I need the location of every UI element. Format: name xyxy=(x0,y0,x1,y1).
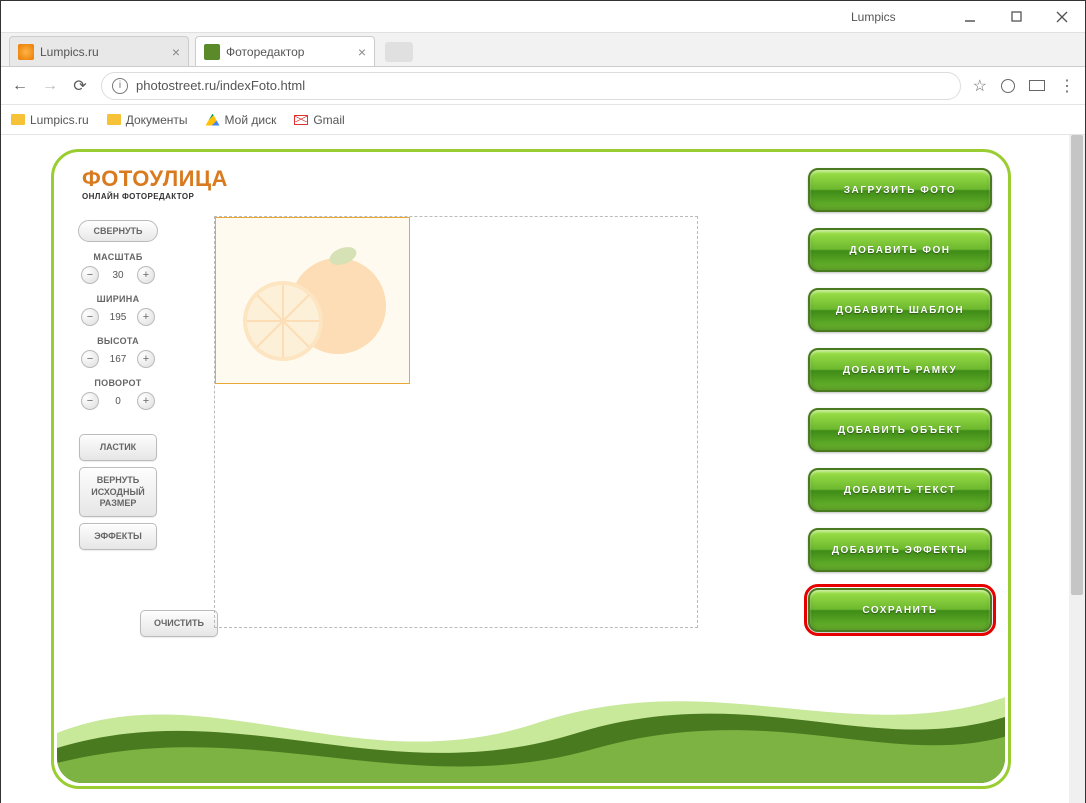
folder-icon xyxy=(11,114,25,125)
scale-plus-button[interactable]: + xyxy=(137,266,155,284)
reset-size-button[interactable]: ВЕРНУТЬ ИСХОДНЫЙ РАЗМЕР xyxy=(79,467,157,517)
scrollbar-thumb[interactable] xyxy=(1071,135,1083,595)
browser-toolbar: ← → ⟳ i photostreet.ru/indexFoto.html ☆ … xyxy=(1,67,1085,105)
scale-control: МАСШТАБ − 30 + xyxy=(76,252,160,284)
window-maximize-button[interactable] xyxy=(993,1,1039,33)
site-info-icon[interactable]: i xyxy=(112,78,128,94)
height-value: 167 xyxy=(103,354,133,365)
key-icon[interactable] xyxy=(1001,79,1015,93)
editor-canvas[interactable] xyxy=(214,216,698,628)
menu-icon[interactable]: ⋮ xyxy=(1059,76,1075,96)
add-effects-button[interactable]: ДОБАВИТЬ ЭФФЕКТЫ xyxy=(808,528,992,572)
add-background-button[interactable]: ДОБАВИТЬ ФОН xyxy=(808,228,992,272)
height-plus-button[interactable]: + xyxy=(137,350,155,368)
folder-icon xyxy=(107,114,121,125)
effects-button[interactable]: ЭФФЕКТЫ xyxy=(79,523,157,550)
logo-subtitle: ОНЛАЙН ФОТОРЕДАКТОР xyxy=(82,192,228,201)
reload-icon[interactable]: ⟳ xyxy=(71,76,89,96)
width-control: ШИРИНА − 195 + xyxy=(76,294,160,326)
scale-value: 30 xyxy=(103,270,133,281)
page-viewport: ФОТОУЛИЦА ОНЛАЙН ФОТОРЕДАКТОР СВЕРНУТЬ М… xyxy=(1,135,1085,803)
window-close-button[interactable] xyxy=(1039,1,1085,33)
height-control: ВЫСОТА − 167 + xyxy=(76,336,160,368)
logo-main: ФОТОУЛИЦА xyxy=(82,166,228,192)
window-minimize-button[interactable] xyxy=(947,1,993,33)
tab-close-icon[interactable]: × xyxy=(358,44,366,60)
rotate-minus-button[interactable]: − xyxy=(81,392,99,410)
bookmark-drive[interactable]: Мой диск xyxy=(206,113,277,127)
rotate-control: ПОВОРОТ − 0 + xyxy=(76,378,160,410)
save-button[interactable]: СОХРАНИТЬ xyxy=(808,588,992,632)
browser-tab-lumpics[interactable]: Lumpics.ru × xyxy=(9,36,189,66)
orange-image-icon xyxy=(233,236,393,366)
bookmark-documents[interactable]: Документы xyxy=(107,113,188,127)
browser-tab-editor[interactable]: Фоторедактор × xyxy=(195,36,375,66)
tab-label: Lumpics.ru xyxy=(40,45,99,59)
drive-icon xyxy=(206,114,220,126)
side-panel: СВЕРНУТЬ МАСШТАБ − 30 + ШИРИНА − 195 + В… xyxy=(76,220,160,556)
scale-minus-button[interactable]: − xyxy=(81,266,99,284)
mail-icon[interactable] xyxy=(1029,80,1045,91)
tab-label: Фоторедактор xyxy=(226,45,304,59)
back-icon[interactable]: ← xyxy=(11,77,29,95)
add-frame-button[interactable]: ДОБАВИТЬ РАМКУ xyxy=(808,348,992,392)
clear-panel: ОЧИСТИТЬ xyxy=(140,610,218,643)
address-bar[interactable]: i photostreet.ru/indexFoto.html xyxy=(101,72,961,100)
url-text: photostreet.ru/indexFoto.html xyxy=(136,78,305,93)
action-column: ЗАГРУЗИТЬ ФОТО ДОБАВИТЬ ФОН ДОБАВИТЬ ШАБ… xyxy=(808,168,992,632)
bookmark-gmail[interactable]: Gmail xyxy=(294,113,344,127)
width-minus-button[interactable]: − xyxy=(81,308,99,326)
upload-photo-button[interactable]: ЗАГРУЗИТЬ ФОТО xyxy=(808,168,992,212)
bookmarks-bar: Lumpics.ru Документы Мой диск Gmail xyxy=(1,105,1085,135)
wave-decoration xyxy=(57,663,1005,783)
rotate-plus-button[interactable]: + xyxy=(137,392,155,410)
window-titlebar: Lumpics xyxy=(1,1,1085,33)
tab-close-icon[interactable]: × xyxy=(172,44,180,60)
star-icon[interactable]: ☆ xyxy=(973,76,987,96)
collapse-button[interactable]: СВЕРНУТЬ xyxy=(78,220,158,242)
bookmark-lumpics[interactable]: Lumpics.ru xyxy=(11,113,89,127)
orange-favicon-icon xyxy=(18,44,34,60)
add-text-button[interactable]: ДОБАВИТЬ ТЕКСТ xyxy=(808,468,992,512)
forward-icon[interactable]: → xyxy=(41,77,59,95)
height-minus-button[interactable]: − xyxy=(81,350,99,368)
editor-favicon-icon xyxy=(204,44,220,60)
selected-image[interactable] xyxy=(215,217,410,384)
eraser-button[interactable]: ЛАСТИК xyxy=(79,434,157,461)
new-tab-button[interactable] xyxy=(385,42,413,62)
rotate-value: 0 xyxy=(103,396,133,407)
clear-button[interactable]: ОЧИСТИТЬ xyxy=(140,610,218,637)
gmail-icon xyxy=(294,115,308,125)
width-plus-button[interactable]: + xyxy=(137,308,155,326)
add-template-button[interactable]: ДОБАВИТЬ ШАБЛОН xyxy=(808,288,992,332)
app-logo: ФОТОУЛИЦА ОНЛАЙН ФОТОРЕДАКТОР xyxy=(82,166,228,201)
add-object-button[interactable]: ДОБАВИТЬ ОБЪЕКТ xyxy=(808,408,992,452)
scrollbar[interactable] xyxy=(1069,135,1085,803)
window-title: Lumpics xyxy=(851,10,896,24)
width-value: 195 xyxy=(103,312,133,323)
editor-frame: ФОТОУЛИЦА ОНЛАЙН ФОТОРЕДАКТОР СВЕРНУТЬ М… xyxy=(51,149,1011,789)
browser-tabstrip: Lumpics.ru × Фоторедактор × xyxy=(1,33,1085,67)
